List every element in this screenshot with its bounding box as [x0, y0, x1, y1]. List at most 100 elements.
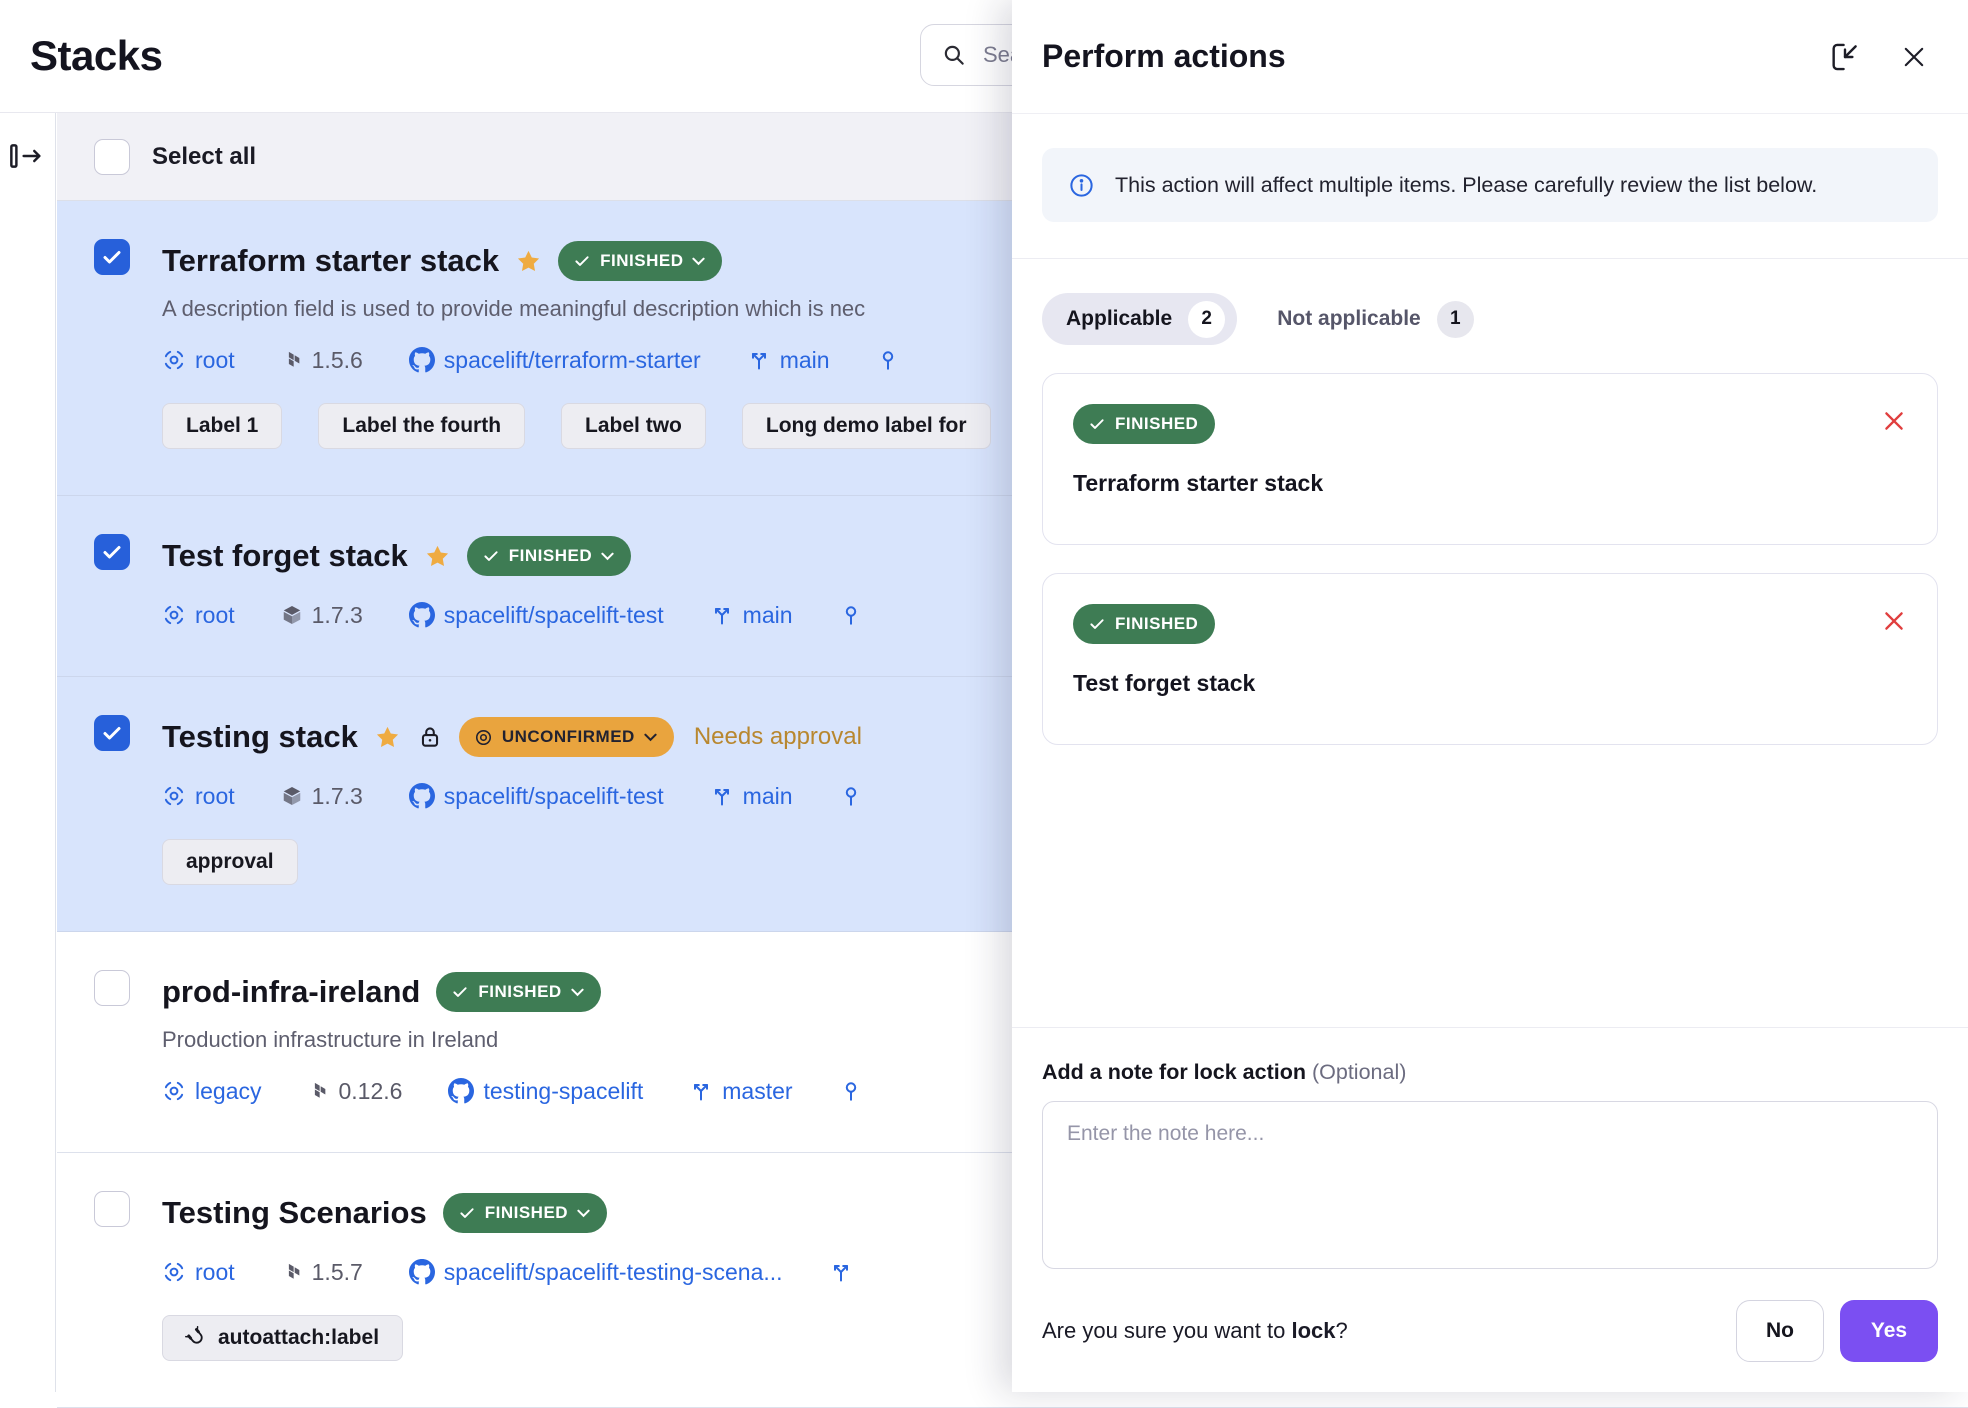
opentofu-icon [281, 785, 303, 807]
remove-item-icon[interactable] [1881, 608, 1907, 634]
space-icon [162, 603, 186, 627]
status-badge[interactable]: FINISHED [1073, 404, 1215, 444]
stack-meta-commit[interactable] [839, 784, 863, 808]
tab-count-badge: 1 [1437, 301, 1474, 338]
github-icon [409, 783, 435, 809]
stack-meta-space[interactable]: root [162, 602, 235, 629]
status-badge[interactable]: FINISHED [436, 972, 600, 1012]
page-title: Stacks [30, 32, 162, 80]
space-icon [162, 1260, 186, 1284]
remove-item-icon[interactable] [1881, 408, 1907, 434]
yes-button[interactable]: Yes [1840, 1300, 1938, 1362]
meta-text: root [195, 1259, 235, 1286]
terraform-icon [281, 1261, 303, 1283]
status-badge[interactable]: UNCONFIRMED [459, 717, 674, 757]
confirm-question: Are you sure you want to lock? [1042, 1318, 1720, 1344]
select-all-checkbox[interactable] [94, 139, 130, 175]
star-icon[interactable] [515, 248, 542, 275]
github-icon [409, 1259, 435, 1285]
stack-meta-github[interactable]: spacelift/spacelift-testing-scena... [409, 1259, 783, 1286]
info-banner: This action will affect multiple items. … [1042, 148, 1938, 222]
stack-label: approval [162, 839, 298, 885]
dock-panel-icon[interactable] [1828, 40, 1862, 74]
stack-meta-terraform: 1.5.7 [281, 1259, 363, 1286]
stack-name[interactable]: Test forget stack [162, 538, 408, 574]
stack-checkbox[interactable] [94, 1191, 130, 1227]
meta-text: 0.12.6 [338, 1078, 402, 1105]
stack-meta-branch[interactable]: master [689, 1078, 792, 1105]
status-label: FINISHED [1115, 414, 1198, 434]
stack-meta-commit[interactable] [839, 1079, 863, 1103]
tab-not-applicable[interactable]: Not applicable 1 [1277, 293, 1474, 345]
status-badge[interactable]: FINISHED [443, 1193, 607, 1233]
stack-meta-github[interactable]: spacelift/spacelift-test [409, 602, 664, 629]
stack-name[interactable]: prod-infra-ireland [162, 974, 420, 1010]
stack-label: Label two [561, 403, 706, 449]
stack-meta-space[interactable]: legacy [162, 1078, 261, 1105]
note-label-row: Add a note for lock action (Optional) [1042, 1060, 1938, 1085]
confirm-row: Are you sure you want to lock? No Yes [1042, 1300, 1938, 1362]
terraform-icon [281, 349, 303, 371]
info-icon [1068, 172, 1095, 200]
affected-items-list: FINISHEDTerraform starter stackFINISHEDT… [1042, 373, 1938, 745]
close-icon[interactable] [1900, 43, 1928, 71]
stack-meta-branch[interactable]: main [710, 783, 793, 810]
stack-meta-space[interactable]: root [162, 783, 235, 810]
status-label: FINISHED [1115, 614, 1198, 634]
meta-text: master [722, 1078, 792, 1105]
branch-icon [710, 784, 734, 808]
meta-text: root [195, 602, 235, 629]
stack-checkbox[interactable] [94, 239, 130, 275]
stack-meta-github[interactable]: spacelift/terraform-starter [409, 347, 701, 374]
commit-icon [839, 603, 863, 627]
stack-name[interactable]: Terraform starter stack [162, 243, 499, 279]
perform-actions-panel: Perform actions This action will affect … [1012, 0, 1968, 1392]
commit-icon [839, 784, 863, 808]
lock-icon [417, 724, 443, 750]
meta-text: 1.5.6 [312, 347, 363, 374]
status-badge[interactable]: FINISHED [467, 536, 631, 576]
expand-sidebar-icon[interactable] [8, 141, 46, 171]
branch-icon [829, 1260, 853, 1284]
status-badge[interactable]: FINISHED [558, 241, 722, 281]
tab-label: Not applicable [1277, 307, 1421, 331]
affected-item-name: Test forget stack [1073, 670, 1907, 697]
tab-applicable[interactable]: Applicable2 [1042, 293, 1237, 345]
stack-meta-space[interactable]: root [162, 1259, 235, 1286]
banner-text: This action will affect multiple items. … [1115, 170, 1817, 200]
meta-text: main [743, 602, 793, 629]
no-button[interactable]: No [1736, 1300, 1824, 1362]
space-icon [162, 784, 186, 808]
stack-meta-branch[interactable] [829, 1260, 853, 1284]
stack-meta-space[interactable]: root [162, 347, 235, 374]
note-textarea[interactable] [1042, 1101, 1938, 1269]
confirm-question-suffix: ? [1336, 1318, 1348, 1343]
status-badge[interactable]: FINISHED [1073, 604, 1215, 644]
stack-meta-branch[interactable]: main [710, 602, 793, 629]
chevron-down-icon [644, 733, 657, 742]
stack-label: Label the fourth [318, 403, 525, 449]
stack-checkbox[interactable] [94, 970, 130, 1006]
meta-text: root [195, 783, 235, 810]
confirm-question-prefix: Are you sure you want to [1042, 1318, 1291, 1343]
stack-name[interactable]: Testing stack [162, 719, 358, 755]
stack-meta-commit[interactable] [876, 348, 900, 372]
confirm-action-word: lock [1291, 1318, 1335, 1343]
stack-meta-commit[interactable] [839, 603, 863, 627]
stack-meta-terraform: 0.12.6 [307, 1078, 402, 1105]
stack-meta-branch[interactable]: main [747, 347, 830, 374]
note-label: Add a note for lock action [1042, 1060, 1306, 1084]
divider [1012, 258, 1968, 259]
commit-icon [876, 348, 900, 372]
stack-meta-github[interactable]: spacelift/spacelift-test [409, 783, 664, 810]
stack-meta-github[interactable]: testing-spacelift [448, 1078, 643, 1105]
stack-checkbox[interactable] [94, 534, 130, 570]
meta-text: testing-spacelift [483, 1078, 643, 1105]
stack-name[interactable]: Testing Scenarios [162, 1195, 427, 1231]
stack-checkbox[interactable] [94, 715, 130, 751]
star-icon[interactable] [374, 724, 401, 751]
star-icon[interactable] [424, 543, 451, 570]
branch-icon [747, 348, 771, 372]
check-icon [451, 983, 469, 1001]
panel-header: Perform actions [1012, 0, 1968, 114]
